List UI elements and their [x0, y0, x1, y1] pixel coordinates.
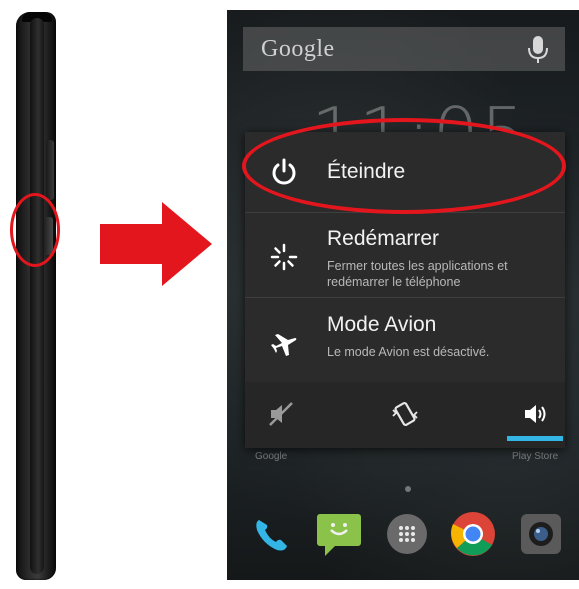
phone-icon[interactable]	[247, 510, 295, 558]
airplane-icon	[271, 334, 297, 356]
restart-icon	[270, 243, 298, 271]
google-search-bar[interactable]: Google	[243, 27, 565, 71]
chrome-icon[interactable]	[449, 510, 497, 558]
app-drawer-icon[interactable]	[383, 510, 431, 558]
sound-mode-selected-indicator	[507, 436, 563, 441]
home-label-play-store: Play Store	[512, 451, 559, 462]
messaging-icon[interactable]	[315, 510, 363, 558]
menu-item-airplane-label: Mode Avion	[327, 313, 437, 336]
menu-item-restart[interactable]: Redémarrer Fermer toutes les application…	[245, 213, 565, 297]
phone-side-view	[16, 12, 56, 580]
mute-icon[interactable]	[267, 400, 295, 428]
vibrate-icon[interactable]	[391, 400, 419, 428]
phone-rim	[30, 18, 44, 574]
right-arrow-icon	[100, 202, 212, 286]
menu-item-restart-label: Redémarrer	[327, 227, 440, 250]
volume-key[interactable]	[46, 140, 54, 200]
volume-icon[interactable]	[521, 400, 549, 428]
power-key-highlight-circle	[10, 193, 60, 267]
menu-item-airplane-description: Le mode Avion est désactivé.	[327, 345, 490, 359]
camera-icon[interactable]	[517, 510, 565, 558]
menu-item-restart-description: Fermer toutes les applications et redéma…	[327, 259, 508, 289]
menu-item-airplane[interactable]: Mode Avion Le mode Avion est désactivé.	[245, 298, 565, 382]
mic-icon[interactable]	[527, 35, 549, 65]
home-label-google: Google	[255, 451, 288, 462]
search-bar-label: Google	[261, 36, 335, 62]
sound-mode-row	[245, 382, 565, 448]
page-indicator-dot	[405, 486, 411, 492]
shutdown-highlight-circle	[242, 118, 566, 214]
phone-screen: Google 11:05 Google Play Store	[227, 10, 579, 580]
